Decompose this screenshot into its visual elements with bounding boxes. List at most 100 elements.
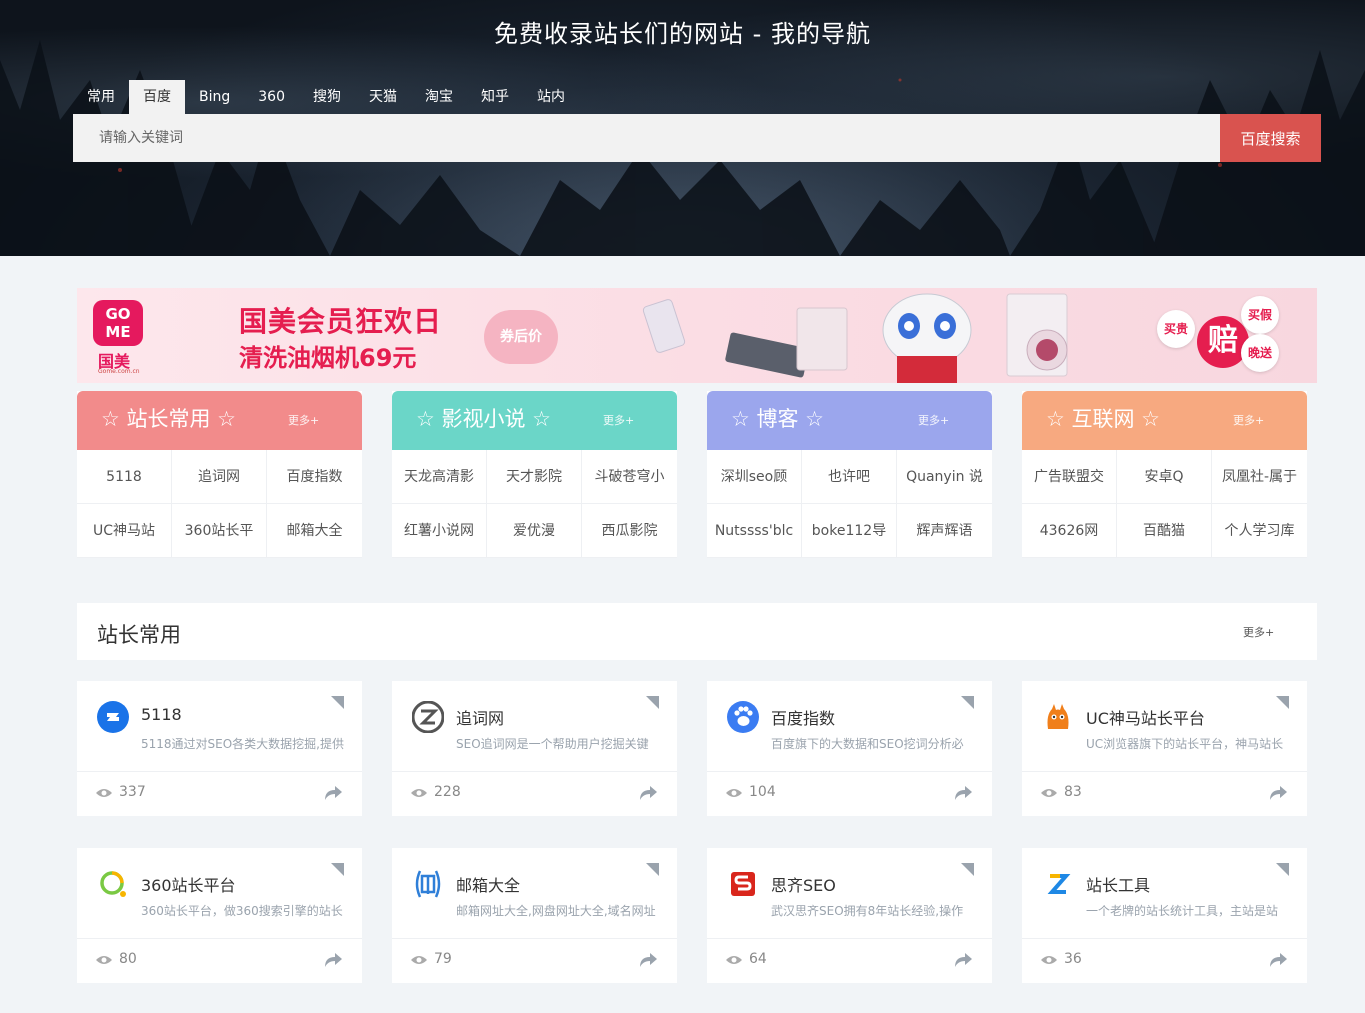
category-title: ☆ 站长常用 ☆ bbox=[101, 407, 237, 431]
site-description: SEO追词网是一个帮助用户挖掘关键 bbox=[456, 737, 649, 751]
search-button[interactable]: 百度搜索 bbox=[1220, 114, 1321, 162]
category-link[interactable]: 360站长平 bbox=[172, 504, 267, 558]
corner-fold-icon bbox=[961, 696, 974, 709]
ad-banner[interactable]: GO ME 国美 Gome.com.cn 国美会员狂欢日 清洗油烟机69元 券后… bbox=[77, 288, 1317, 383]
category-link[interactable]: 爱优漫 bbox=[487, 504, 582, 558]
site-name: 站长工具 bbox=[1086, 876, 1151, 895]
view-count: 83 bbox=[1064, 784, 1082, 800]
category-header: ☆ 博客 ☆ 更多+ bbox=[707, 391, 992, 450]
hero-header: 免费收录站长们的网站 - 我的导航 常用 百度 Bing 360 搜狗 天猫 淘… bbox=[0, 0, 1365, 256]
category-link[interactable]: 广告联盟交 bbox=[1022, 450, 1117, 504]
site-description: 360站长平台，做360搜索引擎的站长 bbox=[141, 904, 343, 918]
tab-site[interactable]: 站内 bbox=[523, 80, 579, 114]
tab-bing[interactable]: Bing bbox=[185, 80, 244, 114]
view-count: 228 bbox=[434, 784, 461, 800]
share-arrow-icon[interactable] bbox=[639, 786, 657, 800]
site-card[interactable]: 思齐SEO 武汉思齐SEO拥有8年站长经验,操作 64 bbox=[707, 848, 992, 983]
site-card[interactable]: 360站长平台 360站长平台，做360搜索引擎的站长 80 bbox=[77, 848, 362, 983]
site-card[interactable]: 百度指数 百度旗下的大数据和SEO挖词分析必 104 bbox=[707, 681, 992, 816]
5118-icon bbox=[97, 701, 129, 733]
share-arrow-icon[interactable] bbox=[1269, 953, 1287, 967]
share-arrow-icon[interactable] bbox=[954, 786, 972, 800]
category-card-zhanzhang: ☆ 站长常用 ☆ 更多+ 5118 追词网 百度指数 UC神马站 360站长平 … bbox=[77, 391, 362, 558]
site-card[interactable]: 站长工具 一个老牌的站长统计工具，主站是站 36 bbox=[1022, 848, 1307, 983]
site-title: 免费收录站长们的网站 - 我的导航 bbox=[494, 20, 871, 48]
category-card-blogs: ☆ 博客 ☆ 更多+ 深圳seo顾 也许吧 Quanyin 说 Nutssss'… bbox=[707, 391, 992, 558]
eye-icon bbox=[1041, 956, 1057, 964]
share-arrow-icon[interactable] bbox=[324, 953, 342, 967]
category-link[interactable]: 追词网 bbox=[172, 450, 267, 504]
category-more-link[interactable]: 更多+ bbox=[1233, 412, 1264, 428]
category-link[interactable]: 43626网 bbox=[1022, 504, 1117, 558]
corner-fold-icon bbox=[1276, 863, 1289, 876]
category-title: ☆ 互联网 ☆ bbox=[1046, 407, 1161, 431]
gome-logo: GO ME bbox=[93, 300, 143, 346]
corner-fold-icon bbox=[646, 696, 659, 709]
category-card-movies: ☆ 影视小说 ☆ 更多+ 天龙高清影 天才影院 斗破苍穹小 红薯小说网 爱优漫 … bbox=[392, 391, 677, 558]
banner-badge: 赔 买贵 买假 晚送 bbox=[1157, 296, 1279, 372]
category-more-link[interactable]: 更多+ bbox=[603, 412, 634, 428]
360-icon bbox=[100, 871, 126, 897]
category-link[interactable]: 凤凰社-属于 bbox=[1212, 450, 1307, 504]
category-link[interactable]: 安卓Q bbox=[1117, 450, 1212, 504]
category-link[interactable]: 个人学习库 bbox=[1212, 504, 1307, 558]
category-header: ☆ 影视小说 ☆ 更多+ bbox=[392, 391, 677, 450]
category-link[interactable]: 天才影院 bbox=[487, 450, 582, 504]
category-header: ☆ 互联网 ☆ 更多+ bbox=[1022, 391, 1307, 450]
tab-zhihu[interactable]: 知乎 bbox=[467, 80, 523, 114]
category-link[interactable]: 深圳seo顾 bbox=[707, 450, 802, 504]
category-link[interactable]: Nutssss'blc bbox=[707, 504, 802, 558]
corner-fold-icon bbox=[331, 696, 344, 709]
view-count: 337 bbox=[119, 784, 146, 800]
category-link[interactable]: 邮箱大全 bbox=[267, 504, 362, 558]
category-link[interactable]: UC神马站 bbox=[77, 504, 172, 558]
category-link[interactable]: 百酷猫 bbox=[1117, 504, 1212, 558]
site-card[interactable]: UC神马站长平台 UC浏览器旗下的站长平台，神马站长 83 bbox=[1022, 681, 1307, 816]
site-card[interactable]: 5118 5118通过对SEO各类大数据挖掘,提供 337 bbox=[77, 681, 362, 816]
tab-360[interactable]: 360 bbox=[244, 80, 299, 114]
site-card[interactable]: 追词网 SEO追词网是一个帮助用户挖掘关键 228 bbox=[392, 681, 677, 816]
category-card-internet: ☆ 互联网 ☆ 更多+ 广告联盟交 安卓Q 凤凰社-属于 43626网 百酷猫 … bbox=[1022, 391, 1307, 558]
site-name: 思齐SEO bbox=[771, 876, 836, 895]
view-count: 36 bbox=[1064, 951, 1082, 967]
corner-fold-icon bbox=[961, 863, 974, 876]
category-more-link[interactable]: 更多+ bbox=[918, 412, 949, 428]
share-arrow-icon[interactable] bbox=[324, 786, 342, 800]
zhanzhang-icon bbox=[1047, 874, 1071, 894]
siqi-icon bbox=[731, 872, 755, 896]
category-link[interactable]: 辉声辉语 bbox=[897, 504, 992, 558]
badge-main: 赔 bbox=[1197, 316, 1249, 368]
category-link[interactable]: 斗破苍穹小 bbox=[582, 450, 677, 504]
tab-sogou[interactable]: 搜狗 bbox=[299, 80, 355, 114]
category-link[interactable]: 红薯小说网 bbox=[392, 504, 487, 558]
view-count: 79 bbox=[434, 951, 452, 967]
site-name: 360站长平台 bbox=[141, 876, 236, 895]
category-link[interactable]: 也许吧 bbox=[802, 450, 897, 504]
site-card[interactable]: 邮箱大全 邮箱网址大全,网盘网址大全,域名网址 79 bbox=[392, 848, 677, 983]
category-link[interactable]: 西瓜影院 bbox=[582, 504, 677, 558]
tab-changyong[interactable]: 常用 bbox=[73, 80, 129, 114]
section-more-link[interactable]: 更多+ bbox=[1243, 624, 1274, 640]
category-link[interactable]: 5118 bbox=[77, 450, 172, 504]
mail-icon bbox=[415, 870, 441, 898]
view-count: 64 bbox=[749, 951, 767, 967]
badge-bottom: 晚送 bbox=[1241, 334, 1279, 372]
section-title: 站长常用 bbox=[97, 623, 181, 647]
site-name: 追词网 bbox=[456, 709, 505, 728]
site-name: 邮箱大全 bbox=[456, 876, 521, 895]
category-link[interactable]: 天龙高清影 bbox=[392, 450, 487, 504]
site-description: 邮箱网址大全,网盘网址大全,域名网址 bbox=[456, 904, 656, 918]
tab-baidu[interactable]: 百度 bbox=[129, 80, 185, 114]
share-arrow-icon[interactable] bbox=[1269, 786, 1287, 800]
category-more-link[interactable]: 更多+ bbox=[288, 412, 319, 428]
category-link[interactable]: Quanyin 说 bbox=[897, 450, 992, 504]
tab-taobao[interactable]: 淘宝 bbox=[411, 80, 467, 114]
site-description: 百度旗下的大数据和SEO挖词分析必 bbox=[771, 737, 964, 751]
share-arrow-icon[interactable] bbox=[954, 953, 972, 967]
category-link[interactable]: 百度指数 bbox=[267, 450, 362, 504]
category-link[interactable]: boke112导 bbox=[802, 504, 897, 558]
tab-tmall[interactable]: 天猫 bbox=[355, 80, 411, 114]
search-input[interactable] bbox=[73, 114, 1221, 162]
banner-tag: 券后价 bbox=[484, 310, 558, 364]
share-arrow-icon[interactable] bbox=[639, 953, 657, 967]
